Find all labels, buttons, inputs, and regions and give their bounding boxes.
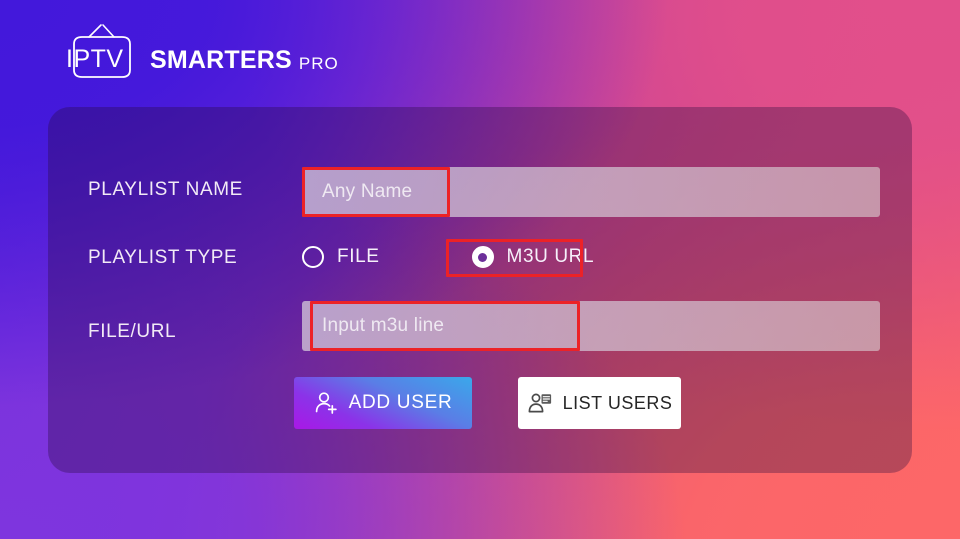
app-logo: IPTV SMARTERS PRO: [56, 22, 339, 80]
logo-brand-text: SMARTERS: [150, 46, 292, 74]
radio-option-m3u-url[interactable]: M3U URL: [471, 246, 595, 268]
logo-iptv-text: IPTV: [66, 45, 124, 73]
add-user-button[interactable]: ADD USER: [294, 377, 472, 429]
file-url-label: FILE/URL: [88, 321, 177, 342]
tv-icon: IPTV: [56, 22, 152, 80]
list-users-button-label: LIST USERS: [562, 392, 673, 413]
file-url-value: Input m3u line: [322, 315, 445, 336]
radio-label-m3u-url: M3U URL: [506, 246, 595, 267]
user-plus-icon: [315, 392, 337, 414]
radio-checked-icon: [471, 246, 494, 268]
card-actions: ADD USER LIST USERS: [294, 377, 681, 429]
file-url-input[interactable]: Input m3u line: [302, 301, 880, 351]
playlist-name-value: Any Name: [322, 181, 413, 202]
playlist-type-radio-group: FILE M3U URL: [302, 246, 594, 268]
add-user-card: PLAYLIST NAME Any Name PLAYLIST TYPE FIL…: [48, 107, 912, 473]
playlist-name-input[interactable]: Any Name: [302, 167, 880, 217]
radio-option-file[interactable]: FILE: [302, 246, 380, 268]
user-list-icon: [528, 393, 551, 412]
add-user-button-label: ADD USER: [348, 392, 453, 413]
radio-label-file: FILE: [337, 246, 380, 267]
radio-unchecked-icon: [302, 246, 324, 268]
logo-suffix-text: PRO: [298, 54, 339, 73]
list-users-button[interactable]: LIST USERS: [518, 377, 681, 429]
playlist-type-label: PLAYLIST TYPE: [88, 247, 238, 268]
app-screen: IPTV SMARTERS PRO PLAYLIST NAME Any Name…: [0, 0, 960, 539]
playlist-name-label: PLAYLIST NAME: [88, 179, 243, 200]
